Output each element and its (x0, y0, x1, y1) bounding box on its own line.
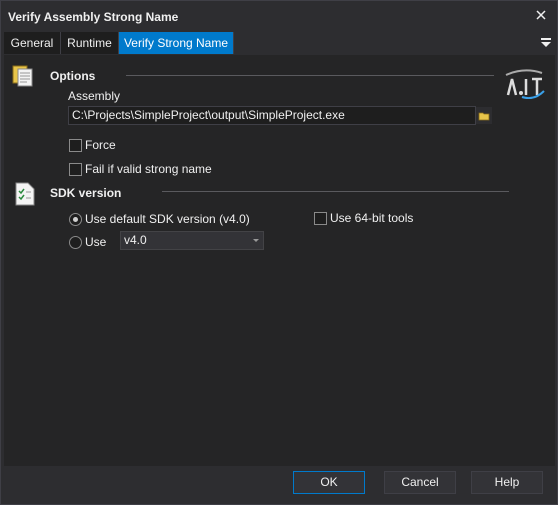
close-icon (536, 10, 546, 20)
window-title: Verify Assembly Strong Name (8, 10, 179, 24)
fail-if-valid-label: Fail if valid strong name (85, 162, 212, 176)
dotnet-logo-icon (502, 67, 546, 102)
sdk-divider (162, 191, 509, 192)
default-sdk-label: Use default SDK version (v4.0) (85, 212, 250, 226)
menu-icon (541, 38, 551, 47)
fail-if-valid-checkbox[interactable] (69, 163, 82, 176)
sdk-version-value: v4.0 (124, 233, 147, 247)
use-version-radio[interactable] (69, 236, 82, 249)
chevron-down-icon (253, 239, 259, 242)
default-sdk-radio[interactable] (69, 213, 82, 226)
options-divider (126, 75, 494, 76)
tab-verify-strong-name[interactable]: Verify Strong Name (119, 32, 234, 54)
close-button[interactable] (531, 6, 551, 26)
cancel-button[interactable]: Cancel (384, 471, 456, 494)
force-checkbox[interactable] (69, 139, 82, 152)
tab-general[interactable]: General (4, 32, 61, 54)
checklist-icon (14, 182, 36, 209)
sdk-version-select[interactable]: v4.0 (120, 231, 264, 250)
use-64bit-label: Use 64-bit tools (330, 211, 414, 225)
assembly-path-input[interactable] (68, 106, 476, 125)
sdk-section-title: SDK version (50, 186, 122, 200)
title-bar: Verify Assembly Strong Name (1, 1, 557, 32)
assembly-label: Assembly (68, 89, 121, 103)
options-section-title: Options (50, 69, 96, 83)
help-button[interactable]: Help (471, 471, 543, 494)
documents-icon (11, 65, 37, 90)
use-version-label: Use (85, 235, 107, 249)
dialog-window: Verify Assembly Strong Name General Runt… (0, 0, 558, 505)
force-label: Force (85, 138, 116, 152)
tab-bar: General Runtime Verify Strong Name (4, 32, 555, 55)
use-64bit-checkbox[interactable] (314, 212, 327, 225)
browse-button[interactable] (476, 107, 492, 124)
tab-menu-button[interactable] (541, 36, 551, 50)
ok-button[interactable]: OK (293, 471, 365, 494)
folder-icon (478, 112, 490, 121)
tab-runtime[interactable]: Runtime (61, 32, 119, 54)
main-panel: Options Assembly Force Fail if valid str… (4, 55, 555, 466)
